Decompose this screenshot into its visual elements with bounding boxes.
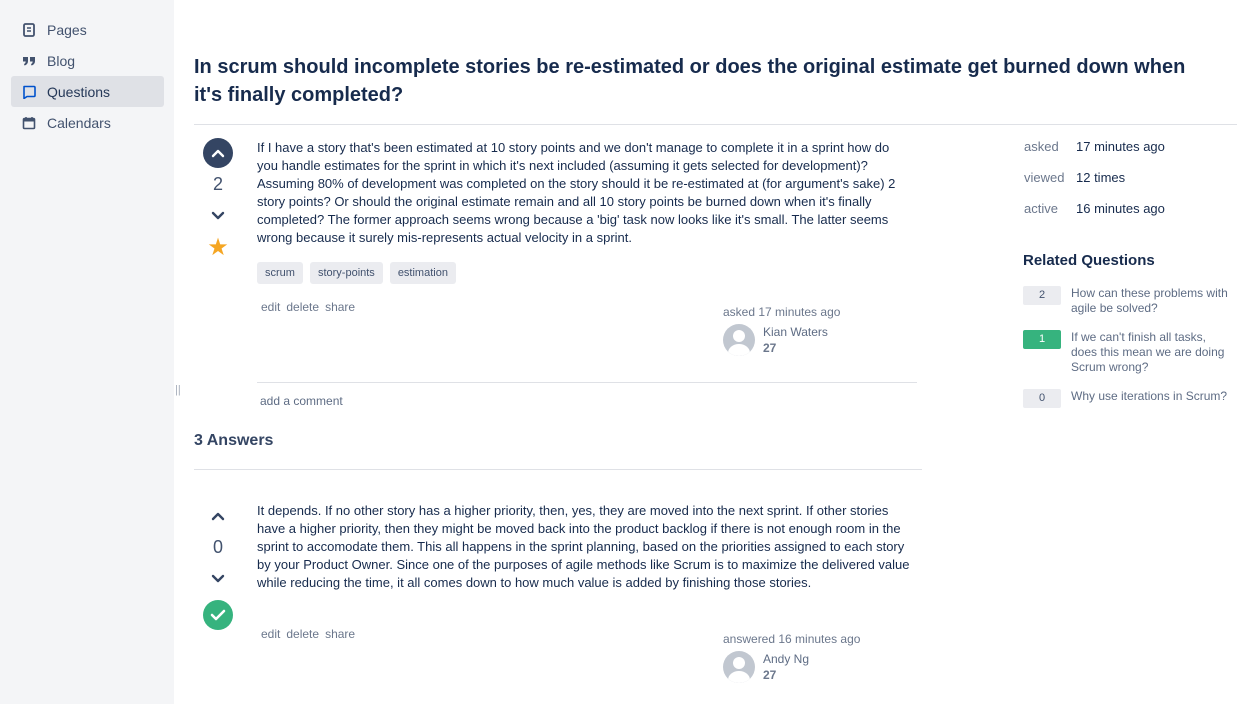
meta-asked: asked 17 minutes ago [1024, 139, 1165, 154]
tag[interactable]: estimation [389, 262, 456, 284]
sidebar: Pages Blog Questions Calendars [0, 0, 174, 704]
related-question-item: 1 If we can't finish all tasks, does thi… [1023, 330, 1231, 375]
related-question-item: 0 Why use iterations in Scrum? [1023, 389, 1237, 408]
sidebar-item-calendars[interactable]: Calendars [11, 107, 164, 138]
avatar[interactable] [723, 651, 755, 683]
downvote-button[interactable] [203, 201, 233, 231]
divider [257, 382, 917, 383]
meta-value: 12 times [1076, 170, 1126, 185]
chevron-down-icon [211, 574, 225, 583]
upvote-button[interactable] [203, 138, 233, 168]
user-reputation: 27 [763, 341, 777, 355]
share-link[interactable]: share [325, 300, 355, 314]
asked-timestamp: asked 17 minutes ago [723, 305, 841, 319]
page-title: In scrum should incomplete stories be re… [194, 56, 1186, 106]
answered-timestamp: answered 16 minutes ago [723, 632, 861, 646]
quote-icon [21, 53, 37, 69]
calendar-icon [21, 115, 37, 131]
meta-value: 16 minutes ago [1076, 201, 1165, 216]
divider [194, 469, 922, 470]
related-questions-title: Related Questions [1023, 252, 1155, 269]
answer-body: It depends. If no other story has a high… [257, 503, 910, 590]
answers-heading: 3 Answers [194, 432, 274, 449]
vote-count: 0 [212, 537, 223, 557]
chevron-down-icon [211, 211, 225, 220]
delete-link[interactable]: delete [286, 300, 319, 314]
meta-label: viewed [1024, 170, 1065, 185]
favorite-star-icon[interactable]: ★ [207, 236, 229, 260]
chevron-up-icon [211, 512, 225, 521]
edit-link[interactable]: edit [261, 300, 280, 314]
tag[interactable]: scrum [257, 262, 303, 284]
meta-label: active [1024, 201, 1058, 216]
sidebar-resize-handle[interactable]: || [175, 383, 181, 397]
answer-vote-panel: 0 [203, 501, 233, 630]
sidebar-item-label: Pages [47, 21, 87, 38]
related-answer-count: 2 [1023, 286, 1061, 305]
user-card: Kian Waters 27 [723, 324, 923, 356]
question-body: If I have a story that's been estimated … [257, 140, 896, 245]
accepted-check-icon[interactable] [203, 600, 233, 630]
question-vote-panel: 2 ★ [203, 138, 233, 260]
delete-link[interactable]: delete [286, 627, 319, 641]
meta-value: 17 minutes ago [1076, 139, 1165, 154]
divider [194, 124, 1237, 125]
vote-count: 2 [212, 174, 223, 194]
meta-label: asked [1024, 139, 1059, 154]
user-name-link[interactable]: Kian Waters [763, 324, 828, 340]
edit-link[interactable]: edit [261, 627, 280, 641]
sidebar-item-questions[interactable]: Questions [11, 76, 164, 107]
avatar[interactable] [723, 324, 755, 356]
meta-active: active 16 minutes ago [1024, 201, 1165, 216]
downvote-button[interactable] [203, 564, 233, 594]
sidebar-item-label: Questions [47, 83, 111, 100]
user-name-link[interactable]: Andy Ng [763, 651, 809, 667]
tag[interactable]: story-points [309, 262, 383, 284]
sidebar-item-label: Calendars [47, 114, 111, 131]
page-icon [21, 22, 37, 38]
related-question-link[interactable]: How can these problems with agile be sol… [1071, 286, 1231, 316]
meta-viewed: viewed 12 times [1024, 170, 1125, 185]
related-question-item: 2 How can these problems with agile be s… [1023, 286, 1231, 316]
question-actions: edit delete share [261, 300, 355, 314]
answer-signature: answered 16 minutes ago Andy Ng 27 [723, 631, 923, 683]
user-reputation: 27 [763, 668, 777, 682]
share-link[interactable]: share [325, 627, 355, 641]
upvote-button[interactable] [203, 501, 233, 531]
sidebar-item-pages[interactable]: Pages [11, 14, 164, 45]
user-card: Andy Ng 27 [723, 651, 923, 683]
tag-list: scrum story-points estimation [257, 262, 456, 284]
sidebar-item-blog[interactable]: Blog [11, 45, 164, 76]
question-signature: asked 17 minutes ago Kian Waters 27 [723, 304, 923, 356]
related-question-link[interactable]: Why use iterations in Scrum? [1071, 389, 1237, 408]
related-answer-count: 1 [1023, 330, 1061, 349]
add-comment-link[interactable]: add a comment [260, 394, 343, 408]
related-question-link[interactable]: If we can't finish all tasks, does this … [1071, 330, 1231, 375]
chevron-up-icon [211, 149, 225, 158]
related-answer-count: 0 [1023, 389, 1061, 408]
question-bubble-icon [21, 84, 37, 100]
answer-actions: edit delete share [261, 627, 355, 641]
sidebar-item-label: Blog [47, 52, 76, 69]
